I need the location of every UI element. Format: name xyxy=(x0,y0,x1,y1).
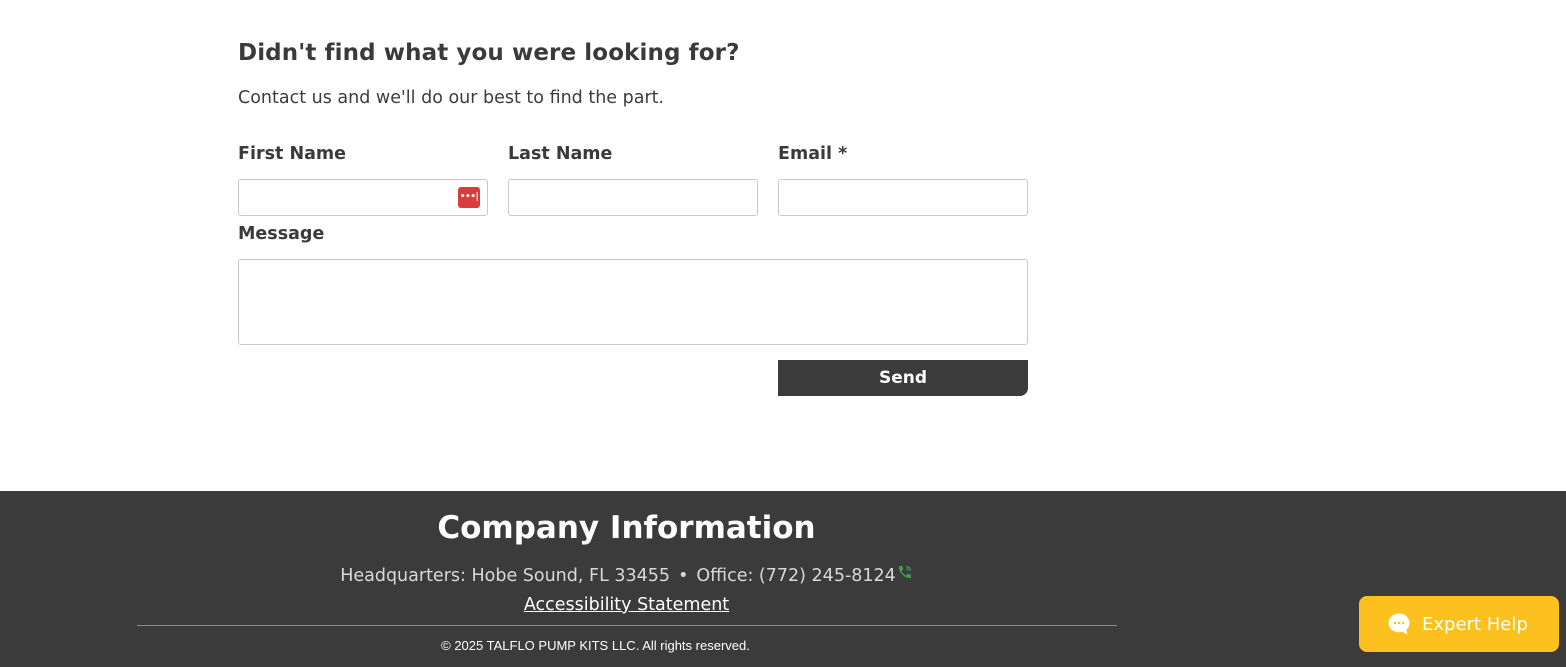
footer: Company Information Headquarters: Hobe S… xyxy=(0,491,1566,667)
message-label: Message xyxy=(238,224,325,244)
footer-title: Company Information xyxy=(437,510,816,546)
company-info-line: Headquarters: Hobe Sound, FL 33455 • Offic… xyxy=(0,566,1253,586)
office-phone-text[interactable]: Office: (772) 245-8124 xyxy=(696,566,895,586)
copyright-text: © 2025 TALFLO PUMP KITS LLC. All rights … xyxy=(441,638,750,653)
last-name-label: Last Name xyxy=(508,144,613,164)
message-textarea[interactable] xyxy=(238,259,1028,345)
send-button[interactable]: Send xyxy=(778,360,1028,396)
accessibility-container: Accessibility Statement xyxy=(0,595,1253,615)
headquarters-text: Headquarters: Hobe Sound, FL 33455 xyxy=(340,566,671,586)
phone-icon[interactable] xyxy=(897,564,913,580)
password-manager-icon[interactable]: •••| xyxy=(458,187,480,208)
contact-subheading: Contact us and we'll do our best to find… xyxy=(238,88,665,108)
last-name-input[interactable] xyxy=(508,179,758,216)
contact-heading: Didn't find what you were looking for? xyxy=(238,40,740,66)
chat-bubble-icon xyxy=(1388,613,1410,635)
first-name-label: First Name xyxy=(238,144,347,164)
email-label: Email * xyxy=(778,144,848,164)
separator-dot: • xyxy=(678,566,689,586)
footer-divider xyxy=(137,625,1117,626)
accessibility-statement-link[interactable]: Accessibility Statement xyxy=(524,595,729,615)
expert-help-label: Expert Help xyxy=(1422,613,1528,635)
email-input[interactable] xyxy=(778,179,1028,216)
first-name-input[interactable] xyxy=(238,179,488,216)
contact-section: Didn't find what you were looking for? C… xyxy=(0,0,1566,491)
expert-help-button[interactable]: Expert Help xyxy=(1359,596,1559,652)
